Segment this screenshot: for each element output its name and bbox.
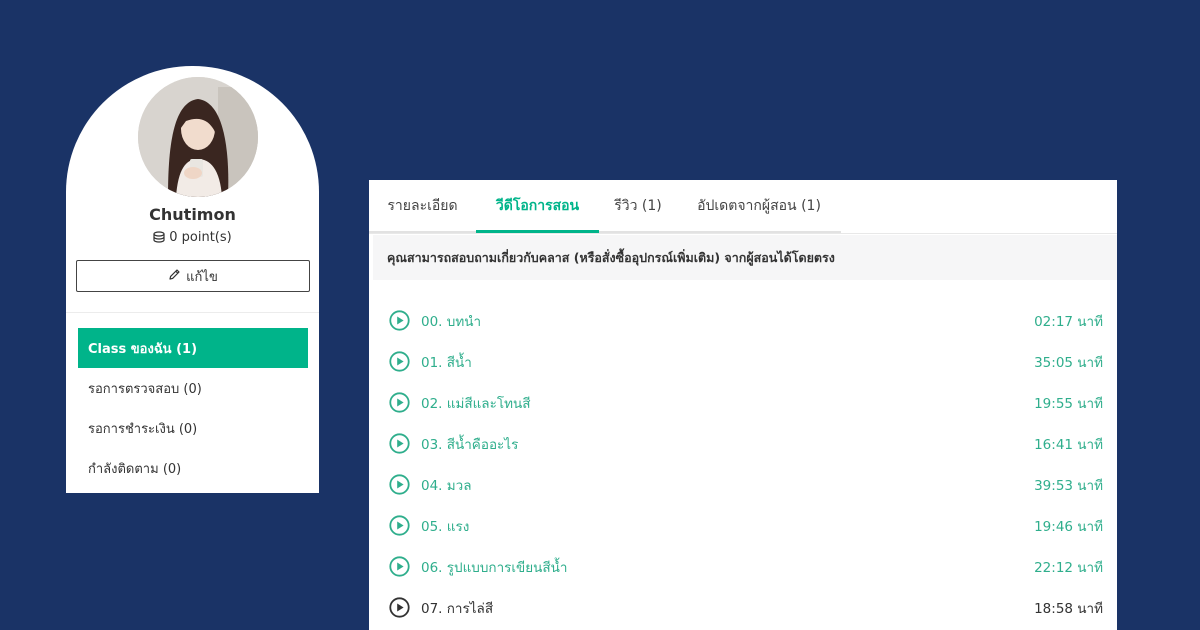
video-row[interactable]: 05. แรง 19:46 นาที — [369, 505, 1117, 546]
tab-instructor-updates[interactable]: อัปเดตจากผู้สอน (1) — [677, 180, 841, 231]
video-row[interactable]: 04. มวล 39:53 นาที — [369, 464, 1117, 505]
video-title: 00. บทนำ — [421, 313, 482, 330]
pencil-icon — [168, 268, 181, 285]
avatar — [138, 77, 258, 197]
tab-videos[interactable]: วีดีโอการสอน — [476, 180, 599, 233]
play-circle-icon — [389, 597, 410, 618]
tab-reviews[interactable]: รีวิว (1) — [599, 180, 677, 231]
points-text: 0 point(s) — [169, 230, 232, 245]
coin-stack-icon — [153, 231, 165, 247]
video-title: 03. สีน้ำคืออะไร — [421, 436, 519, 453]
profile-card: Chutimon 0 point(s) แก้ไข Class ของฉัน (… — [66, 66, 319, 493]
edit-button-label: แก้ไข — [186, 269, 218, 285]
points-balance: 0 point(s) — [66, 230, 319, 247]
video-row[interactable]: 06. รูปแบบการเขียนสีน้ำ 22:12 นาที — [369, 546, 1117, 587]
card-divider — [66, 312, 319, 313]
video-duration: 19:55 นาที — [1034, 395, 1103, 412]
video-title: 01. สีน้ำ — [421, 354, 472, 371]
play-circle-icon — [389, 310, 410, 331]
menu-item-label: รอการชำระเงิน (0) — [88, 421, 198, 437]
video-title: 07. การไล่สี — [421, 600, 494, 617]
course-panel: รายละเอียด วีดีโอการสอน รีวิว (1) อัปเดต… — [369, 180, 1117, 630]
menu-item-pending-review[interactable]: รอการตรวจสอบ (0) — [78, 368, 308, 408]
video-duration: 22:12 นาที — [1034, 559, 1103, 576]
video-duration: 18:58 นาที — [1034, 600, 1103, 617]
menu-item-my-class[interactable]: Class ของฉัน (1) — [78, 328, 308, 368]
video-row[interactable]: 00. บทนำ 02:17 นาที — [369, 300, 1117, 341]
menu-item-label: Class ของฉัน (1) — [88, 341, 198, 357]
video-row[interactable]: 07. การไล่สี 18:58 นาที — [369, 587, 1117, 628]
play-circle-icon — [389, 474, 410, 495]
menu-item-pending-payment[interactable]: รอการชำระเงิน (0) — [78, 408, 308, 448]
play-circle-icon — [389, 392, 410, 413]
video-row[interactable]: 01. สีน้ำ 35:05 นาที — [369, 341, 1117, 382]
tabs-divider — [369, 233, 1117, 234]
play-circle-icon — [389, 556, 410, 577]
menu-item-label: กำลังติดตาม (0) — [88, 461, 182, 477]
menu-item-following[interactable]: กำลังติดตาม (0) — [78, 448, 308, 488]
tab-details[interactable]: รายละเอียด — [369, 180, 476, 231]
video-title: 04. มวล — [421, 477, 472, 494]
video-duration: 16:41 นาที — [1034, 436, 1103, 453]
play-circle-icon — [389, 433, 410, 454]
video-duration: 35:05 นาที — [1034, 354, 1103, 371]
menu-item-label: รอการตรวจสอบ (0) — [88, 381, 202, 397]
edit-profile-button[interactable]: แก้ไข — [76, 260, 310, 292]
account-menu: Class ของฉัน (1) รอการตรวจสอบ (0) รอการช… — [78, 328, 308, 488]
course-tabs: รายละเอียด วีดีโอการสอน รีวิว (1) อัปเดต… — [369, 180, 841, 233]
video-title: 05. แรง — [421, 518, 470, 535]
video-duration: 02:17 นาที — [1034, 313, 1103, 330]
video-row[interactable]: 02. แม่สีและโทนสี 19:55 นาที — [369, 382, 1117, 423]
play-circle-icon — [389, 351, 410, 372]
video-duration: 19:46 นาที — [1034, 518, 1103, 535]
video-duration: 39:53 นาที — [1034, 477, 1103, 494]
video-row[interactable]: 03. สีน้ำคืออะไร 16:41 นาที — [369, 423, 1117, 464]
video-list: 00. บทนำ 02:17 นาที 01. สีน้ำ 35:05 นาที… — [369, 300, 1117, 628]
avatar-photo — [138, 77, 258, 197]
play-circle-icon — [389, 515, 410, 536]
contact-notice: คุณสามารถสอบถามเกี่ยวกับคลาส (หรือสั่งซื… — [373, 235, 1117, 280]
video-title: 06. รูปแบบการเขียนสีน้ำ — [421, 559, 568, 576]
video-title: 02. แม่สีและโทนสี — [421, 395, 531, 412]
user-name: Chutimon — [149, 205, 236, 224]
